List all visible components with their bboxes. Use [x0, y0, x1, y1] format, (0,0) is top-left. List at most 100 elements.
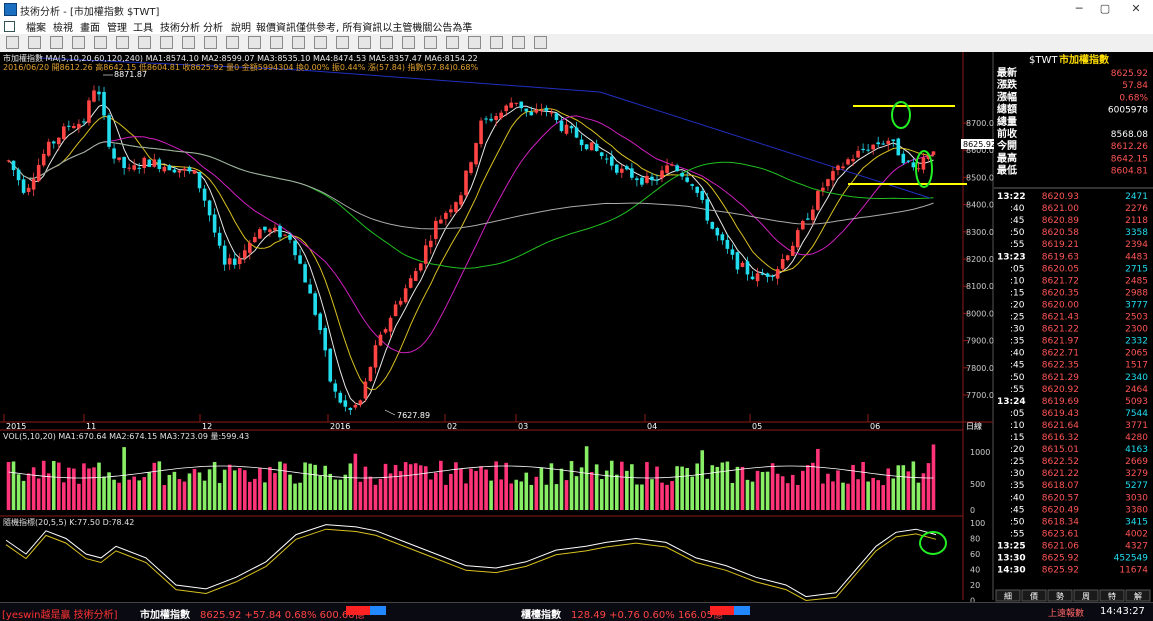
candle-body [142, 157, 147, 169]
save-icon[interactable] [534, 36, 547, 49]
volume-bar [785, 483, 790, 510]
layout2-icon[interactable] [182, 36, 195, 49]
volume-bar [298, 482, 302, 510]
volume-bar [363, 466, 368, 510]
fib-icon[interactable] [336, 36, 349, 49]
candle-body [524, 108, 529, 112]
paste-icon[interactable] [468, 36, 481, 49]
line-icon[interactable] [270, 36, 283, 49]
chart2-icon[interactable] [138, 36, 151, 49]
menu-view[interactable]: 檢視 [53, 19, 73, 34]
volume-bar [715, 466, 720, 510]
tick-volume: 2471 [1125, 192, 1148, 202]
volume-bar [861, 461, 865, 510]
tick-price: 8618.34 [1042, 517, 1079, 527]
menu-app-icon[interactable] [4, 21, 15, 32]
menu-file[interactable]: 檔案 [26, 19, 46, 34]
period-label[interactable]: 日線 [966, 421, 982, 431]
volume-bar [6, 462, 11, 510]
pen-icon[interactable] [358, 36, 371, 49]
quote-label: 前收 [997, 127, 1017, 140]
menu-analysis[interactable]: 分析 [203, 19, 223, 34]
volume-bar [403, 462, 408, 510]
maximize-button[interactable]: ▢ [1093, 2, 1117, 16]
list-icon[interactable] [512, 36, 525, 49]
chart-area[interactable]: 市加權指數 MA(5,10,20,60,120,240) MA1:8574.10… [0, 52, 1153, 606]
candle-body [403, 288, 408, 303]
candle-body [36, 164, 41, 182]
layout3-icon[interactable] [204, 36, 217, 49]
kd-axis-tick: 20 [970, 581, 980, 590]
menu-help[interactable]: 說明 [231, 19, 251, 34]
draw-icon[interactable] [248, 36, 261, 49]
zoom-in-icon[interactable] [28, 36, 41, 49]
tick-time: :30 [1010, 325, 1025, 335]
volume-bar [439, 460, 443, 510]
candle-body [278, 225, 282, 238]
volume-axis-tick: 500 [970, 480, 985, 489]
volume-bar [871, 477, 875, 510]
quote-label: 最新 [997, 66, 1017, 79]
volume-bar [449, 473, 453, 510]
volume-bar [599, 479, 604, 510]
price-indicator-header: 市加權指數 MA(5,10,20,60,120,240) MA1:8574.10… [3, 53, 478, 63]
candle-body [675, 165, 679, 172]
bars-icon[interactable] [292, 36, 305, 49]
ellipse-icon[interactable] [402, 36, 415, 49]
text-icon[interactable] [424, 36, 437, 49]
candle-body [162, 166, 167, 172]
menu-screen[interactable]: 畫面 [80, 19, 100, 34]
close-button[interactable]: ✕ [1124, 2, 1148, 16]
menu-technical[interactable]: 技術分析 [160, 19, 200, 34]
candle-body [806, 218, 810, 220]
back-icon[interactable] [6, 36, 19, 49]
layout-icon[interactable] [160, 36, 173, 49]
trend-icon[interactable] [314, 36, 327, 49]
volume-bar [896, 465, 901, 510]
cursor-icon[interactable] [226, 36, 239, 49]
quote-label: 最低 [997, 164, 1017, 177]
delete-icon[interactable] [490, 36, 503, 49]
copy-icon[interactable] [446, 36, 459, 49]
volume-bar [534, 476, 539, 510]
menu-manage[interactable]: 管理 [107, 19, 127, 34]
candle-body [609, 156, 614, 166]
volume-bar [398, 471, 403, 510]
candle-body [253, 237, 257, 243]
tick-price: 8616.32 [1042, 433, 1079, 443]
tick-volume: 3030 [1125, 493, 1148, 503]
chart-icon[interactable] [116, 36, 129, 49]
rect-icon[interactable] [380, 36, 393, 49]
volume-bar [31, 467, 36, 510]
candle-body [328, 348, 333, 382]
candle-body [202, 188, 207, 201]
candle-body [212, 214, 217, 233]
quote-tab-label: 周 [1082, 592, 1090, 601]
volume-bar [926, 463, 931, 510]
tick-price: 8620.92 [1042, 385, 1079, 395]
candle-body [434, 220, 438, 239]
period-icon[interactable] [72, 36, 85, 49]
volume-bar [102, 476, 106, 510]
taiex-value: 8625.92 +57.84 0.68% 600.60億 [200, 610, 365, 621]
volume-bar [710, 465, 715, 510]
date-axis-tick: 03 [518, 422, 528, 431]
tick-time: :15 [1010, 433, 1024, 443]
grid-icon[interactable] [94, 36, 107, 49]
candle-body [479, 120, 483, 145]
tick-price: 8615.01 [1042, 445, 1079, 455]
zoom-out-icon[interactable] [50, 36, 63, 49]
candle-body [97, 91, 101, 95]
volume-header: VOL(5,10,20) MA1:670.64 MA2:674.15 MA3:7… [3, 432, 249, 441]
tick-volume: 2988 [1125, 288, 1148, 298]
volume-bar [800, 470, 805, 510]
candle-body [51, 141, 56, 144]
candle-body [911, 162, 916, 168]
candle-body [891, 139, 896, 142]
candle-body [614, 164, 619, 173]
candle-body [645, 175, 649, 183]
tick-price: 8620.49 [1042, 505, 1079, 515]
minimize-button[interactable]: ─ [1067, 2, 1091, 16]
menu-tools[interactable]: 工具 [133, 19, 153, 34]
price-axis-tick: 8200.0 [966, 255, 994, 264]
